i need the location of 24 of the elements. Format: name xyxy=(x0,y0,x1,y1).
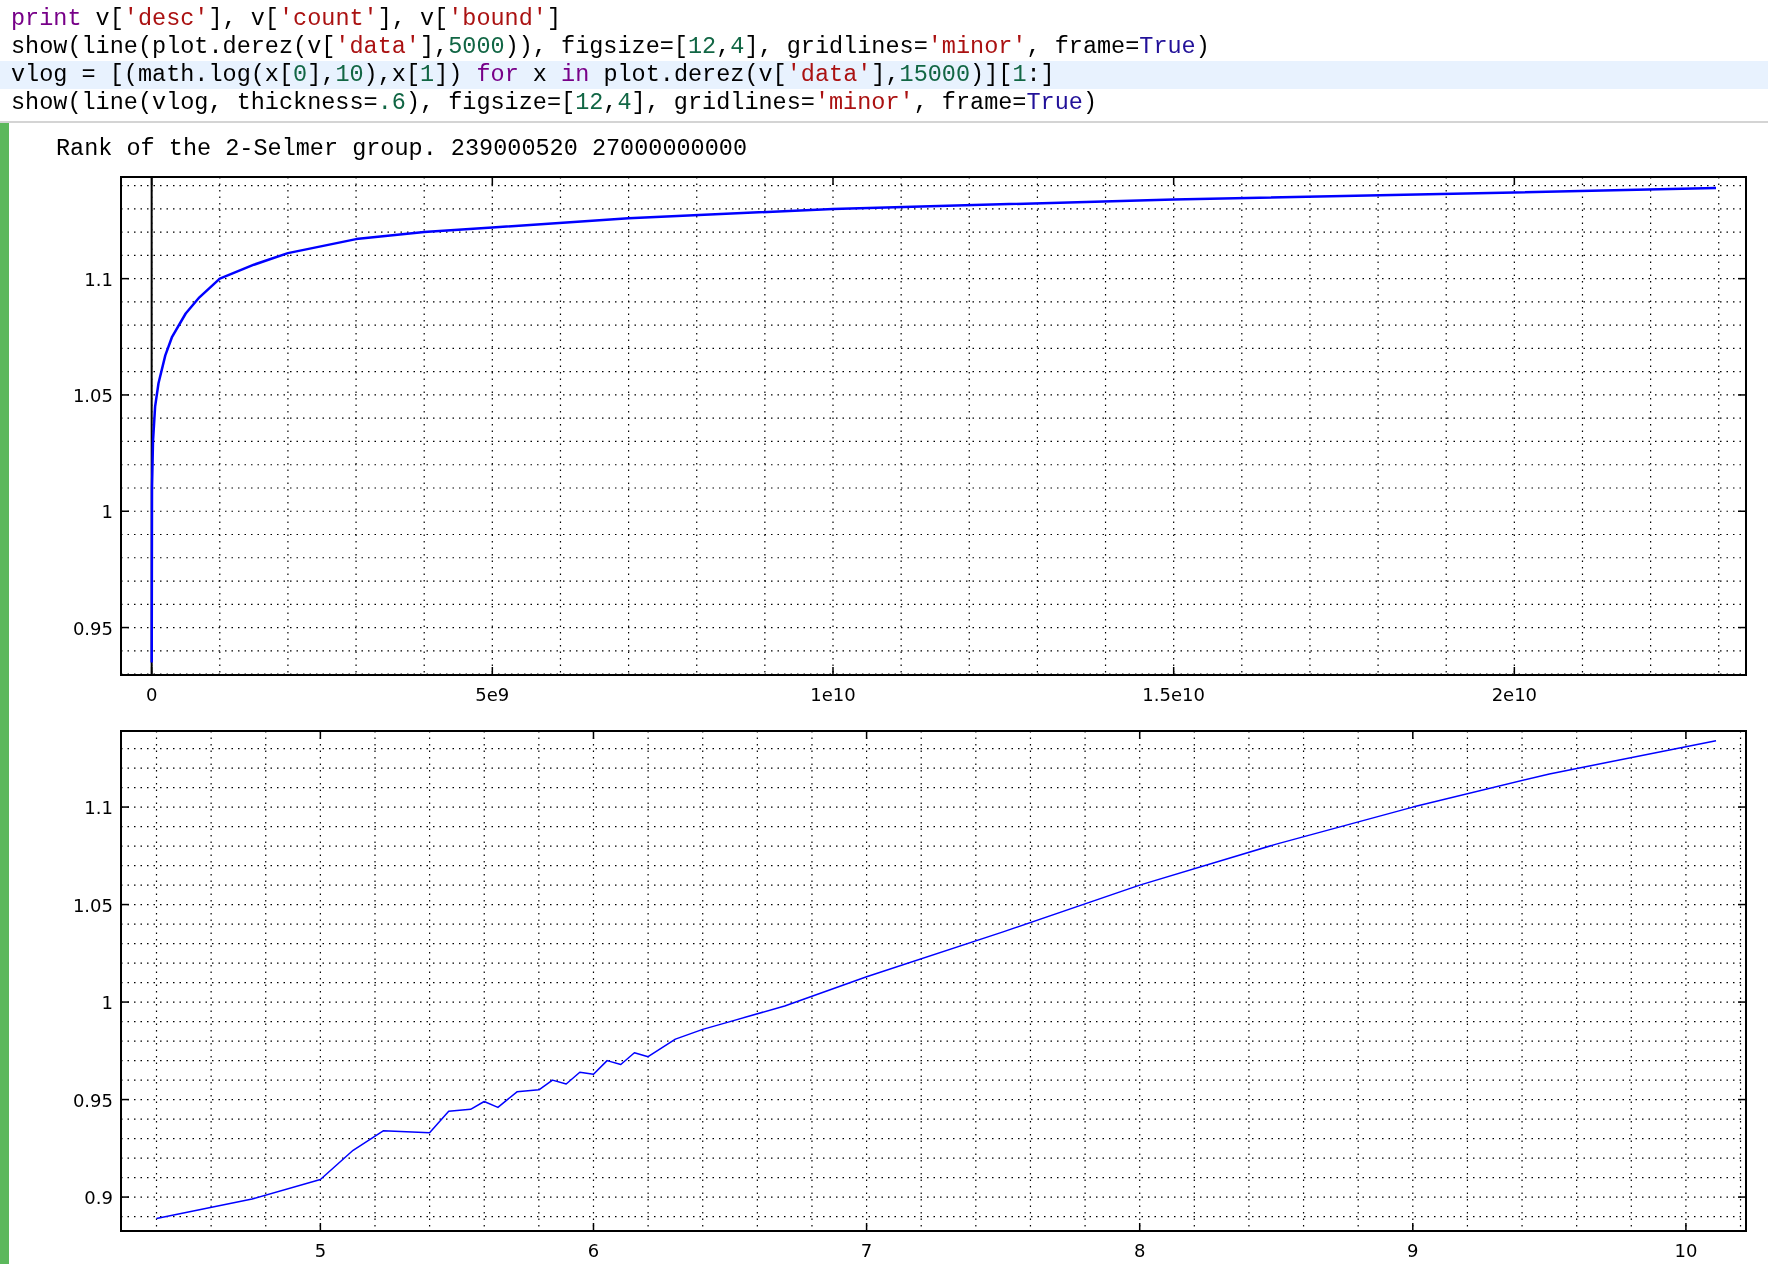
axis-tick-label: 6 xyxy=(587,1240,600,1261)
code-line: print v['desc'], v['count'], v['bound'] xyxy=(10,5,563,33)
output-text: Rank of the 2-Selmer group. 239000520 27000000000 xyxy=(56,135,748,163)
axis-tick-label: 1.5e10 xyxy=(1142,684,1205,705)
axis-tick-label: 0.9 xyxy=(84,1187,113,1209)
axis-tick-label: 1.1 xyxy=(84,268,113,290)
axis-tick-label: 0.95 xyxy=(72,1089,113,1111)
axis-tick-label: 1.05 xyxy=(72,384,113,406)
axis-tick-label: 7 xyxy=(860,1240,873,1261)
axis-tick-label: 5 xyxy=(314,1240,327,1261)
axis-tick-label: 1 xyxy=(101,501,113,523)
axis-tick-label: 10 xyxy=(1674,1240,1698,1261)
code-line: show(line(plot.derez(v['data'],5000)), figsize=[12,4], gridlines='minor', frame=True) xyxy=(10,33,1211,61)
axis-tick-label: 1.05 xyxy=(72,894,113,916)
axis-tick-label: 5e9 xyxy=(475,684,510,705)
axis-tick-label: 8 xyxy=(1133,1240,1146,1261)
axis-tick-label: 0 xyxy=(145,684,158,705)
axis-tick-label: 1 xyxy=(101,992,113,1014)
axis-tick-label: 2e10 xyxy=(1491,684,1538,705)
axis-tick-label: 1e10 xyxy=(810,684,856,705)
axis-tick-label: 1.1 xyxy=(84,797,113,819)
axis-tick-label: 0.95 xyxy=(72,617,113,639)
axis-tick-label: 9 xyxy=(1407,1240,1419,1261)
code-line: show(line(vlog, thickness=.6), figsize=[12,4], gridlines='minor', frame=True) xyxy=(10,89,1098,117)
